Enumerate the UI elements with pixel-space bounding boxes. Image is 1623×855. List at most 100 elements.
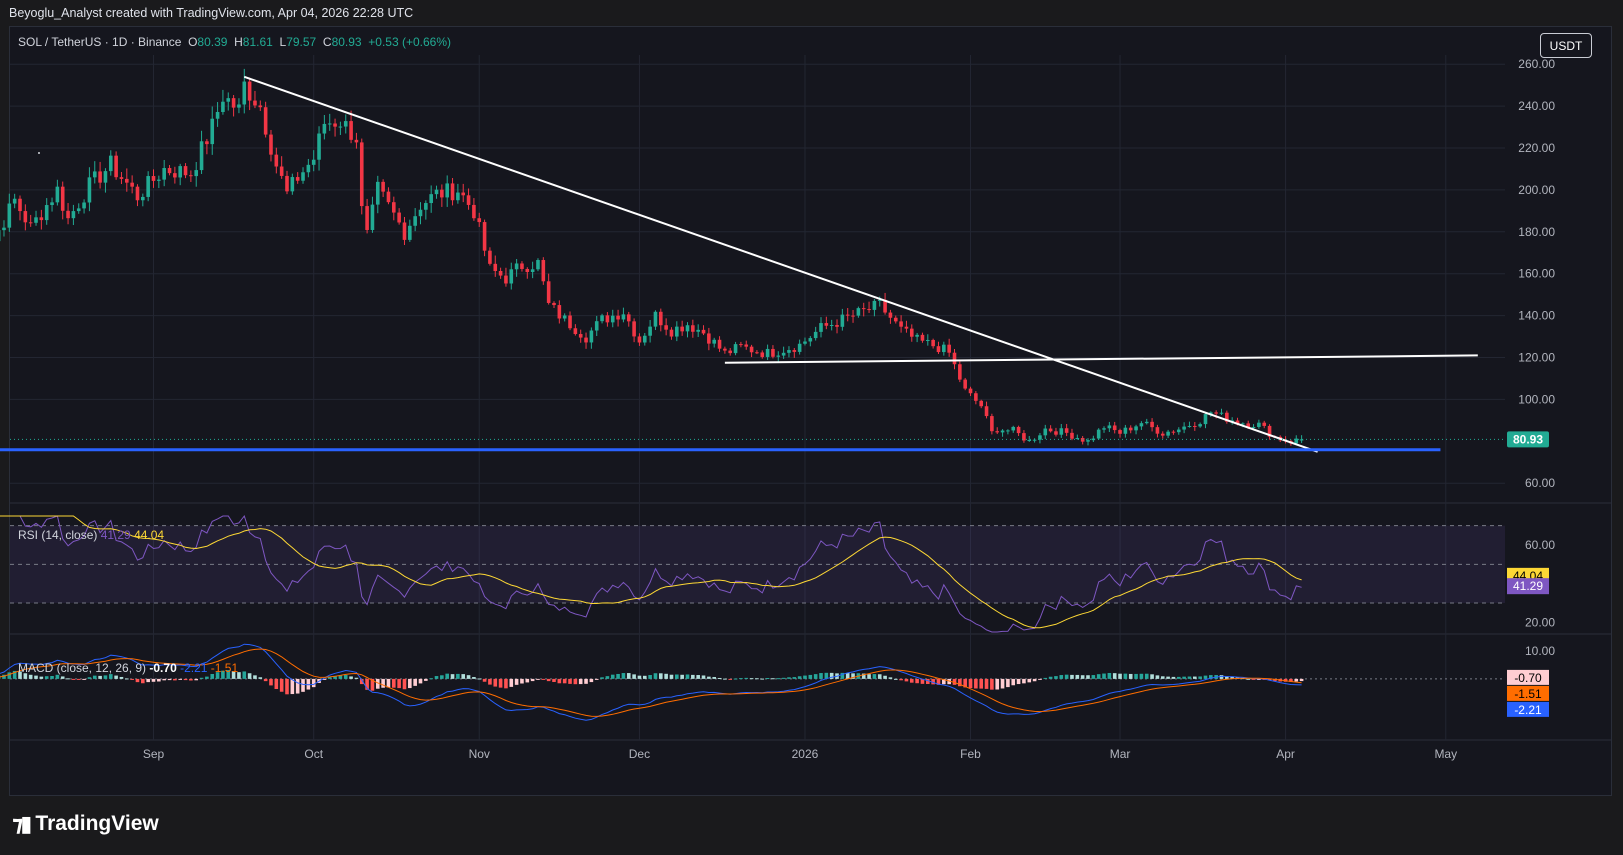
- macd-hist-bar: [7, 672, 12, 679]
- macd-hist-bar: [162, 678, 166, 681]
- symbol-legend[interactable]: SOL / TetherUS · 1D · Binance O80.39 H81…: [18, 35, 451, 49]
- candle-body: [888, 312, 893, 318]
- time-tick-label: Dec: [629, 747, 650, 761]
- macd-hist-bar: [797, 676, 802, 679]
- macd-legend[interactable]: MACD (close, 12, 26, 9) -0.70 -2.21 -1.5…: [18, 661, 238, 675]
- candle-body: [1027, 439, 1032, 441]
- macd-hist-bar: [701, 675, 706, 679]
- macd-hist-bar: [787, 677, 791, 679]
- candle-body: [1262, 422, 1267, 426]
- candle-body: [1182, 426, 1186, 430]
- macd-hist-bar: [477, 678, 482, 680]
- candle-body: [1160, 433, 1165, 436]
- time-tick-label: Apr: [1276, 747, 1295, 761]
- macd-hist-bar: [525, 678, 530, 683]
- price-tick-label: 140.00: [1518, 309, 1555, 323]
- macd-hist-bar: [66, 678, 70, 680]
- rsi-legend[interactable]: RSI (14, close) 41.29 44.04: [18, 528, 164, 542]
- candle-body: [114, 155, 118, 178]
- candle-body: [813, 331, 818, 339]
- macd-hist-bar: [536, 678, 540, 680]
- candle-body: [60, 186, 65, 211]
- candle-body: [375, 181, 380, 205]
- macd-hist-bar: [301, 678, 305, 692]
- macd-hist-bar: [1160, 676, 1165, 679]
- candle-body: [44, 205, 49, 221]
- macd-hist-bar: [205, 676, 209, 679]
- macd-hist-bar: [1203, 675, 1208, 679]
- macd-hist-bar: [295, 678, 300, 694]
- candle-body: [1155, 427, 1160, 434]
- candle-body: [675, 326, 679, 337]
- candle-body: [701, 329, 706, 334]
- macd-hist-bar: [541, 678, 546, 680]
- rsi-ma-value: 44.04: [134, 528, 165, 542]
- macd-hist-bar: [1171, 676, 1176, 679]
- price-tick-label: 220.00: [1518, 141, 1555, 155]
- candle-body: [386, 191, 391, 203]
- macd-hist-bar: [584, 678, 588, 684]
- chart-canvas[interactable]: 260.00 240.00 220.00 200.00 180.00 160.00 140.…: [0, 0, 1623, 855]
- macd-hist-bar: [707, 676, 711, 679]
- currency-button[interactable]: USDT: [1540, 33, 1592, 58]
- macd-hist-bar: [765, 678, 770, 680]
- candle-body: [584, 337, 588, 343]
- tradingview-logo[interactable]: ⁊▮ TradingView: [12, 811, 159, 837]
- macd-hist-bar: [744, 677, 749, 679]
- candle-body: [210, 118, 215, 145]
- macd-hist-bar: [1139, 673, 1144, 679]
- candle-body: [381, 181, 385, 192]
- candle-body: [691, 325, 695, 332]
- candle-body: [1176, 429, 1181, 433]
- macd-hist-bar: [424, 678, 428, 681]
- rsi-title: RSI (14, close): [18, 528, 98, 542]
- macd-hist-bar: [103, 675, 108, 679]
- macd-hist-bar: [194, 678, 199, 681]
- candle-body: [338, 126, 343, 128]
- macd-hist-bar: [877, 674, 882, 679]
- macd-hist-bar: [909, 678, 914, 683]
- macd-hist-bar: [669, 674, 674, 679]
- candle-body: [1070, 432, 1074, 439]
- macd-hist-bar: [1219, 675, 1224, 679]
- candle-body: [867, 309, 871, 311]
- candle-body: [178, 166, 182, 178]
- macd-hist-bar: [28, 674, 33, 679]
- candle-body: [904, 326, 909, 329]
- candle-body: [739, 344, 743, 346]
- candle-body: [1016, 426, 1021, 434]
- candle-body: [103, 171, 108, 183]
- macd-hist-bar: [482, 678, 487, 682]
- candle-body: [354, 139, 359, 143]
- macd-hist-bar: [733, 678, 738, 680]
- time-tick-label: Nov: [469, 747, 490, 761]
- macd-hist-bar: [354, 677, 359, 679]
- macd-hist-bar: [1064, 674, 1069, 679]
- macd-hist-bar: [504, 678, 508, 689]
- candle-body: [397, 212, 401, 223]
- macd-hist-bar: [1107, 672, 1112, 679]
- macd-hist-bar: [1128, 673, 1133, 679]
- macd-hist-bar: [466, 675, 471, 679]
- candle-body: [1198, 424, 1202, 427]
- candle-body: [429, 194, 433, 204]
- macd-hist-bar: [60, 676, 65, 679]
- candle-body: [1096, 429, 1101, 439]
- macd-hist-bar: [696, 675, 700, 679]
- high-value: 81.61: [242, 35, 273, 49]
- candle-body: [34, 217, 38, 223]
- macd-hist-bar: [712, 677, 716, 679]
- macd-hist-bar: [343, 674, 348, 679]
- candle-body: [2, 227, 6, 231]
- macd-hist-bar: [1187, 676, 1192, 679]
- macd-line-value: -2.21: [180, 661, 208, 675]
- candle-body: [23, 211, 28, 223]
- macd-hist-bar: [648, 675, 652, 679]
- macd-hist-bar: [632, 674, 636, 679]
- candle-body: [893, 317, 898, 322]
- macd-hist-bar: [386, 678, 391, 688]
- candle-body: [829, 325, 834, 327]
- candle-body: [568, 315, 572, 329]
- candle-body: [664, 325, 668, 330]
- candle-body: [18, 198, 22, 212]
